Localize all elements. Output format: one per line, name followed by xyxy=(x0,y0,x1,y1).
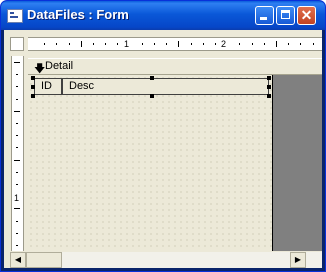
field-id[interactable]: ID xyxy=(34,78,62,95)
ruler-tick xyxy=(16,184,18,185)
design-view: 1 2 1 🡇 Detail ID Desc ◀ ▶ xyxy=(4,30,322,268)
scroll-right-button[interactable]: ▶ xyxy=(290,252,306,268)
close-icon: ✕ xyxy=(300,7,313,23)
ruler-label-2: 2 xyxy=(221,39,227,49)
ruler-tick xyxy=(251,43,253,45)
ruler-tick xyxy=(16,220,18,222)
horizontal-scrollbar[interactable]: ◀ ▶ xyxy=(10,252,322,268)
ruler-tick xyxy=(16,98,18,100)
resize-handle[interactable] xyxy=(31,76,35,80)
ruler-tick xyxy=(14,208,20,210)
ruler-tick xyxy=(239,43,241,45)
ruler-tick xyxy=(105,43,107,45)
ruler-tick xyxy=(300,43,302,45)
scroll-thumb[interactable] xyxy=(26,252,62,268)
ruler-tick xyxy=(178,41,180,47)
minimize-icon xyxy=(260,17,267,20)
ruler-tick xyxy=(93,43,94,45)
ruler-tick xyxy=(16,171,18,173)
horizontal-ruler[interactable]: 1 2 xyxy=(28,37,322,51)
ruler-tick xyxy=(44,43,46,45)
detail-section-label: Detail xyxy=(45,60,74,72)
ruler-tick xyxy=(263,43,265,45)
ruler-tick xyxy=(166,43,168,45)
scroll-left-button[interactable]: ◀ xyxy=(10,252,26,268)
ruler-tick xyxy=(276,41,277,47)
ruler-tick xyxy=(16,147,18,149)
vertical-ruler[interactable]: 1 xyxy=(11,56,24,251)
ruler-tick xyxy=(16,123,18,124)
ruler-label-1: 1 xyxy=(124,39,130,49)
ruler-tick xyxy=(14,62,20,63)
ruler-tick xyxy=(14,159,20,161)
title-bar[interactable]: DataFiles : Form ✕ xyxy=(1,1,325,30)
ruler-tick xyxy=(16,74,18,76)
maximize-button[interactable] xyxy=(276,6,295,25)
resize-handle[interactable] xyxy=(150,94,154,98)
maximize-icon xyxy=(281,10,290,19)
ruler-tick xyxy=(16,135,18,137)
resize-handle[interactable] xyxy=(31,85,35,89)
detail-section-bar[interactable]: 🡇 Detail xyxy=(28,58,322,75)
resize-handle[interactable] xyxy=(267,94,271,98)
resize-handle[interactable] xyxy=(31,94,35,98)
ruler-tick xyxy=(68,43,70,45)
ruler-tick xyxy=(288,43,290,45)
ruler-tick xyxy=(312,43,314,45)
minimize-button[interactable] xyxy=(255,6,274,25)
form-canvas[interactable]: ID Desc xyxy=(28,75,273,251)
window-title: DataFiles : Form xyxy=(27,7,129,22)
design-workspace: ID Desc xyxy=(28,75,322,251)
ruler-tick xyxy=(56,43,58,45)
ruler-tick xyxy=(16,232,18,234)
ruler-tick xyxy=(14,110,20,112)
ruler-tick xyxy=(190,43,192,45)
resize-handle[interactable] xyxy=(267,85,271,89)
form-icon[interactable] xyxy=(7,9,23,23)
ruler-tick xyxy=(141,43,143,45)
close-button[interactable]: ✕ xyxy=(297,6,316,25)
form-selector[interactable] xyxy=(10,37,24,51)
ruler-tick xyxy=(154,43,155,45)
ruler-tick xyxy=(80,41,82,47)
ruler-tick xyxy=(117,43,119,45)
vruler-label-1: 1 xyxy=(14,193,20,203)
resize-handle[interactable] xyxy=(150,76,154,80)
ruler-tick xyxy=(16,86,18,88)
ruler-tick xyxy=(215,43,216,45)
form-window: DataFiles : Form ✕ 1 2 1 🡇 Detail ID Des… xyxy=(0,0,326,272)
resize-handle[interactable] xyxy=(267,76,271,80)
ruler-tick xyxy=(16,245,18,246)
field-desc[interactable]: Desc xyxy=(62,78,269,95)
ruler-tick xyxy=(202,43,204,45)
